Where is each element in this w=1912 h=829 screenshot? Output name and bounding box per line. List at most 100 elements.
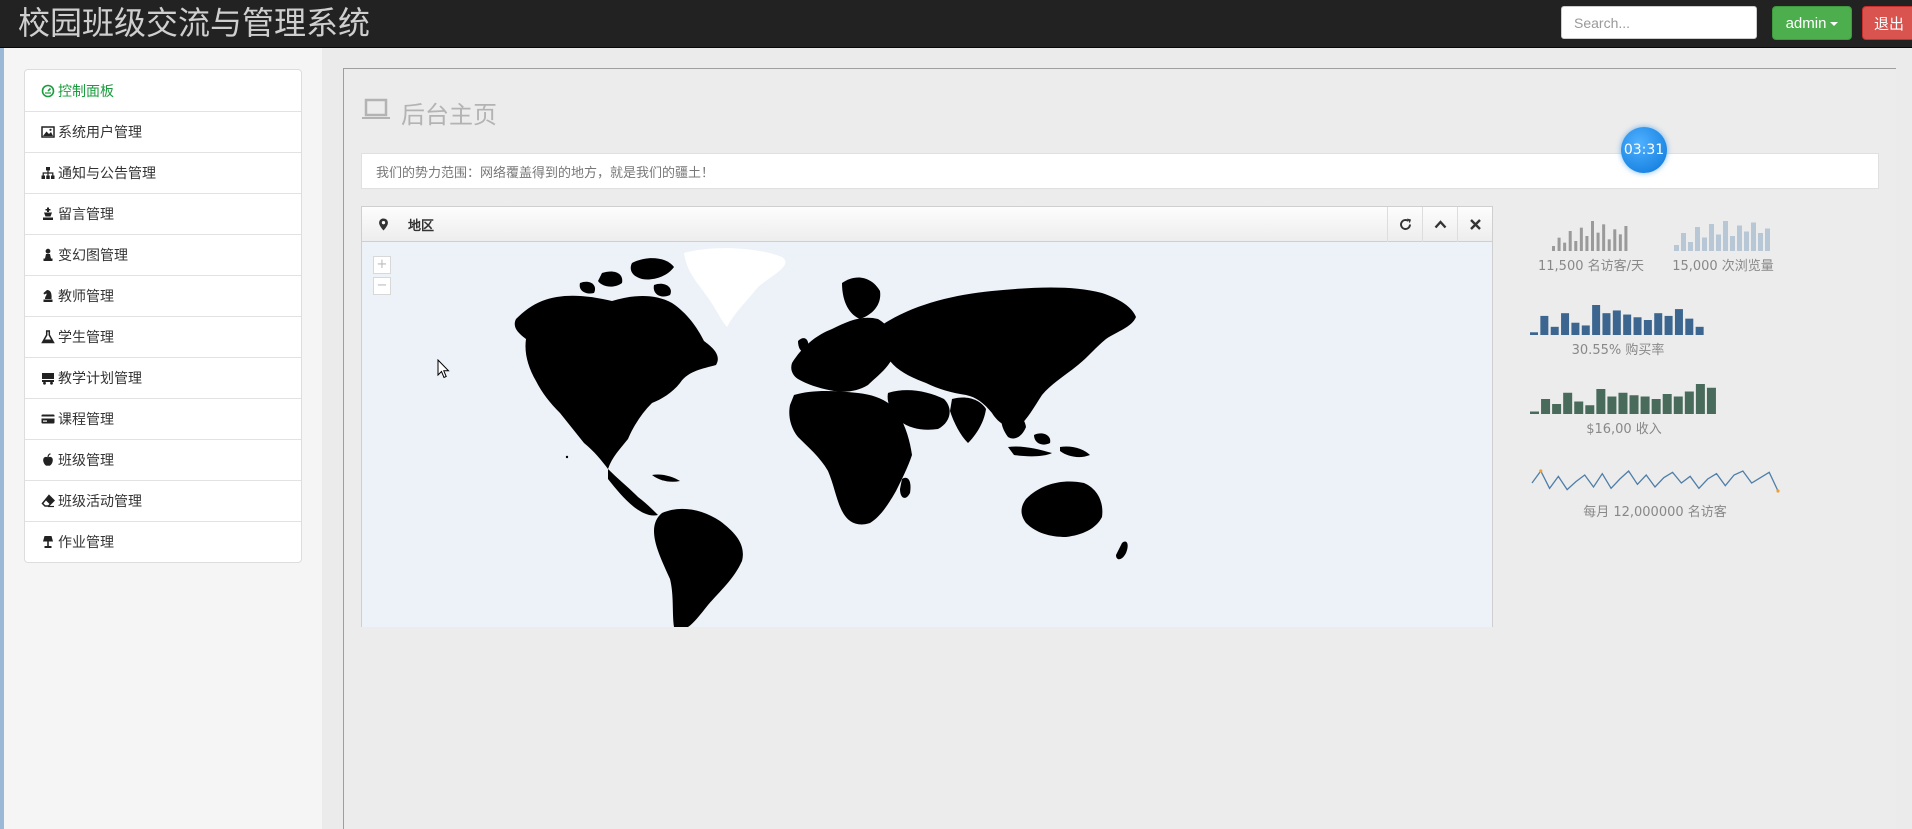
stat-purchase-rate: 30.55% 购买率 — [1530, 303, 1706, 358]
map-widget: 地区 + − — [361, 206, 1493, 627]
app-title: 校园班级交流与管理系统 — [18, 4, 371, 42]
sidebar-item-label: 作业管理 — [58, 535, 114, 551]
sparkline-bar — [1695, 384, 1705, 414]
sparkline-bar — [1737, 225, 1742, 251]
sparkline-bar — [1552, 246, 1555, 251]
sidebar-item-teaching-plans[interactable]: 教学计划管理 — [25, 357, 301, 398]
sparkline-bar — [1623, 314, 1632, 335]
close-icon[interactable] — [1457, 207, 1492, 242]
sparkline-bar — [1574, 401, 1584, 414]
sparkline-bar — [1709, 224, 1714, 251]
sparkline-bar — [1640, 396, 1650, 414]
sparkline-bar — [1744, 231, 1749, 251]
refresh-icon[interactable] — [1387, 207, 1422, 242]
king-icon — [41, 207, 55, 221]
eraser-icon — [41, 494, 55, 508]
sparkline-bar — [1765, 228, 1770, 251]
sidebar-item-notices[interactable]: 通知与公告管理 — [25, 152, 301, 193]
sparkline-bar — [1557, 237, 1561, 251]
search-input[interactable] — [1561, 6, 1757, 39]
sparkline-bar — [1574, 241, 1578, 251]
user-menu-label: admin — [1785, 14, 1827, 32]
sparkline-chart — [1530, 303, 1706, 335]
sparkline-bar — [1568, 231, 1572, 251]
sparkline-bar — [1581, 325, 1590, 335]
sparkline-chart — [1530, 382, 1718, 414]
sparkline-bar — [1688, 242, 1693, 251]
sparkline-bar — [1673, 396, 1683, 414]
sparkline-bar — [1685, 318, 1694, 335]
sidebar-item-label: 教学计划管理 — [58, 371, 142, 387]
sparkline-line — [1531, 469, 1779, 492]
sidebar-item-classes[interactable]: 班级管理 — [25, 439, 301, 480]
sidebar-item-teachers[interactable]: 教师管理 — [25, 275, 301, 316]
zoom-out-button[interactable]: − — [373, 277, 391, 295]
user-menu-button[interactable]: admin — [1772, 6, 1852, 40]
sparkline-point — [1776, 489, 1780, 493]
sparkline-point — [1539, 469, 1543, 473]
sparkline-svg — [1674, 221, 1770, 251]
stat-label: 15,000 次浏览量 — [1672, 259, 1774, 274]
chevron-up-icon[interactable] — [1422, 207, 1457, 242]
sparkline-bar — [1561, 313, 1570, 335]
dashboard-icon — [41, 84, 55, 98]
sidebar-item-label: 班级活动管理 — [58, 494, 142, 510]
stat-revenue: $16,00 收入 — [1530, 382, 1718, 437]
map-marker-icon — [374, 215, 392, 233]
sparkline-svg — [1552, 221, 1628, 251]
sidebar-item-label: 变幻图管理 — [58, 248, 128, 264]
sparkline-bar — [1624, 226, 1628, 251]
sparkline-bar — [1540, 315, 1549, 335]
credit-card-icon — [41, 412, 55, 426]
pawn-icon — [41, 248, 55, 262]
sidebar-item-students[interactable]: 学生管理 — [25, 316, 301, 357]
widget-header: 地区 — [362, 207, 1492, 242]
sitemap-icon — [41, 166, 55, 180]
sparkline-bar — [1607, 396, 1617, 414]
sidebar-item-label: 课程管理 — [58, 412, 114, 428]
sparkline-bar — [1550, 326, 1559, 335]
sidebar-item-label: 系统用户管理 — [58, 125, 142, 141]
logout-button[interactable]: 退出 — [1862, 6, 1912, 40]
world-map[interactable] — [362, 243, 1492, 627]
laptop-icon — [361, 97, 391, 129]
sidebar-item-class-activities[interactable]: 班级活动管理 — [25, 480, 301, 521]
sidebar-item-label: 控制面板 — [58, 83, 114, 100]
sparkline-bar — [1723, 221, 1728, 251]
top-navbar: 校园班级交流与管理系统 admin 退出 — [0, 0, 1912, 48]
sparkline-bar — [1602, 224, 1606, 251]
sparkline-svg — [1531, 469, 1780, 493]
apple-icon — [41, 453, 55, 467]
sparkline-bar — [1695, 326, 1704, 335]
sparkline-bar — [1730, 236, 1735, 251]
flask-icon — [41, 330, 55, 344]
knight-icon — [41, 289, 55, 303]
sidebar-item-dashboard[interactable]: 控制面板 — [25, 70, 301, 111]
sparkline-bar — [1613, 229, 1617, 251]
sidebar-item-courses[interactable]: 课程管理 — [25, 398, 301, 439]
sidebar-item-messages[interactable]: 留言管理 — [25, 193, 301, 234]
timer-badge[interactable]: 03:31 — [1621, 127, 1667, 173]
sparkline-bar — [1552, 404, 1562, 414]
zoom-in-button[interactable]: + — [373, 256, 391, 274]
sidebar-item-system-users[interactable]: 系统用户管理 — [25, 111, 301, 152]
sparkline-bar — [1702, 237, 1707, 251]
sparkline-bar — [1695, 227, 1700, 251]
stat-pageviews: 15,000 次浏览量 — [1664, 219, 1782, 274]
sparkline-bar — [1684, 391, 1694, 414]
sparkline-bar — [1563, 242, 1567, 251]
lamp-icon — [41, 535, 55, 549]
sidebar-item-label: 班级管理 — [58, 453, 114, 469]
truck-icon — [41, 371, 55, 385]
caret-down-icon — [1830, 22, 1839, 26]
sidebar-item-carousel[interactable]: 变幻图管理 — [25, 234, 301, 275]
sidebar-item-homework[interactable]: 作业管理 — [25, 521, 301, 562]
sparkline-bar — [1612, 310, 1621, 335]
picture-icon — [41, 125, 55, 139]
sparkline-bar — [1585, 236, 1589, 251]
stat-label: 30.55% 购买率 — [1571, 343, 1665, 358]
sidebar-item-label: 留言管理 — [58, 207, 114, 223]
mouse-cursor-icon — [437, 359, 450, 379]
sparkline-bar — [1579, 227, 1583, 251]
sparkline-bar — [1592, 305, 1601, 335]
